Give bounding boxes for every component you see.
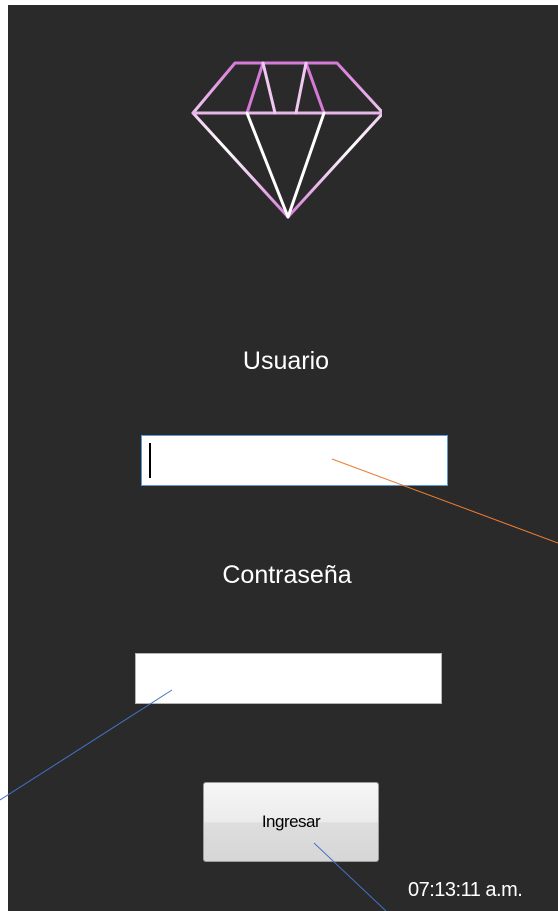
diamond-icon [191,61,382,219]
username-input[interactable] [141,435,448,486]
login-button[interactable]: Ingresar [203,782,379,862]
username-label: Usuario [242,347,330,375]
clock-label: 07:13:11 a.m. [408,879,523,901]
password-input[interactable] [135,653,442,704]
password-label: Contraseña [222,561,352,589]
text-caret [149,443,151,478]
